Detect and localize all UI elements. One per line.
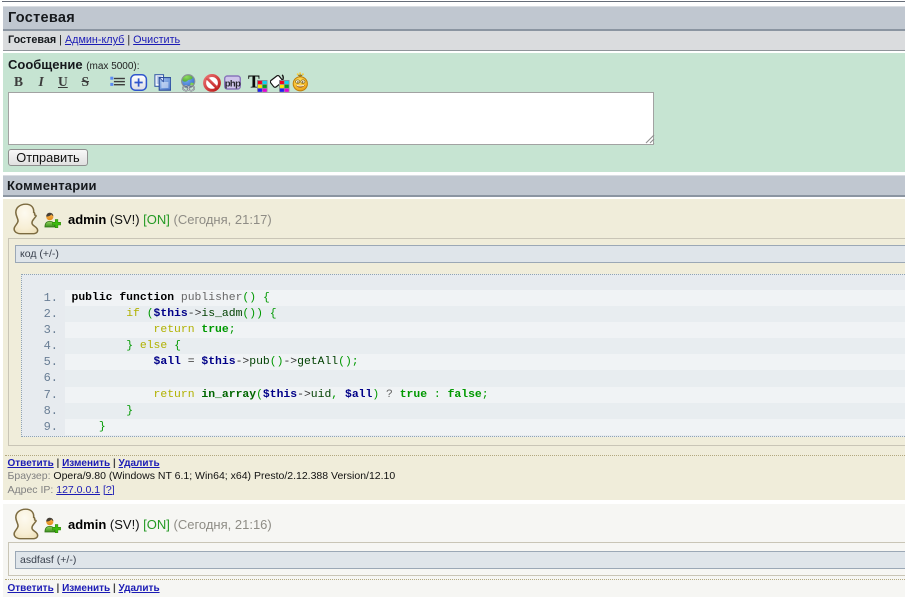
svg-text:php: php	[224, 78, 240, 89]
